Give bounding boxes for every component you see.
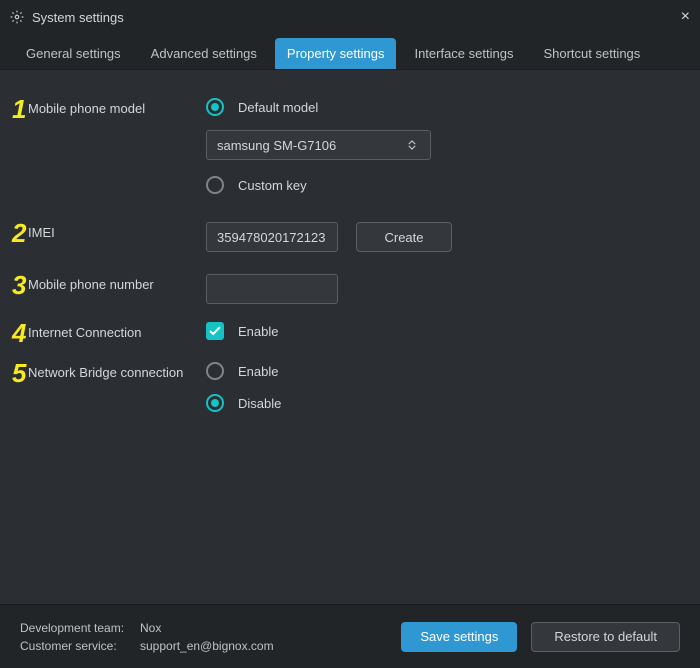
radio-bridge-enable[interactable] [206, 362, 224, 380]
label-internet: Internet Connection [28, 322, 206, 340]
label-imei: IMEI [28, 222, 206, 240]
phone-model-select[interactable]: samsung SM-G7106 [206, 130, 431, 160]
step-number-1: 1 [12, 98, 26, 120]
create-button[interactable]: Create [356, 222, 452, 252]
restore-button[interactable]: Restore to default [531, 622, 680, 652]
footer-info: Development team: Nox Customer service: … [20, 619, 401, 655]
tab-interface[interactable]: Interface settings [402, 38, 525, 69]
phone-model-select-value: samsung SM-G7106 [217, 138, 404, 153]
radio-default-model-label: Default model [238, 100, 318, 115]
label-phone-model: Mobile phone model [28, 98, 206, 116]
support-value: support_en@bignox.com [140, 637, 274, 655]
save-button[interactable]: Save settings [401, 622, 517, 652]
tab-shortcut[interactable]: Shortcut settings [531, 38, 652, 69]
close-icon[interactable]: × [660, 8, 690, 26]
gear-icon [10, 10, 24, 24]
select-spinner-icon [404, 137, 420, 153]
radio-bridge-enable-label: Enable [238, 364, 278, 379]
internet-enable-checkbox[interactable] [206, 322, 224, 340]
step-number-4: 4 [12, 322, 26, 344]
tab-property[interactable]: Property settings [275, 38, 397, 69]
tabs-bar: General settings Advanced settings Prope… [0, 34, 700, 70]
radio-bridge-disable[interactable] [206, 394, 224, 412]
tab-advanced[interactable]: Advanced settings [139, 38, 269, 69]
step-number-2: 2 [12, 222, 26, 244]
window-title: System settings [32, 10, 660, 25]
tab-general[interactable]: General settings [14, 38, 133, 69]
imei-input[interactable] [206, 222, 338, 252]
phone-number-input[interactable] [206, 274, 338, 304]
radio-default-model[interactable] [206, 98, 224, 116]
label-phone-number: Mobile phone number [28, 274, 206, 292]
support-key: Customer service: [20, 637, 140, 655]
label-bridge: Network Bridge connection [28, 362, 206, 380]
dev-team-value: Nox [140, 619, 161, 637]
radio-bridge-disable-label: Disable [238, 396, 281, 411]
internet-enable-label: Enable [238, 324, 278, 339]
step-number-3: 3 [12, 274, 26, 296]
dev-team-key: Development team: [20, 619, 140, 637]
radio-custom-key[interactable] [206, 176, 224, 194]
step-number-5: 5 [12, 362, 26, 384]
radio-custom-key-label: Custom key [238, 178, 307, 193]
